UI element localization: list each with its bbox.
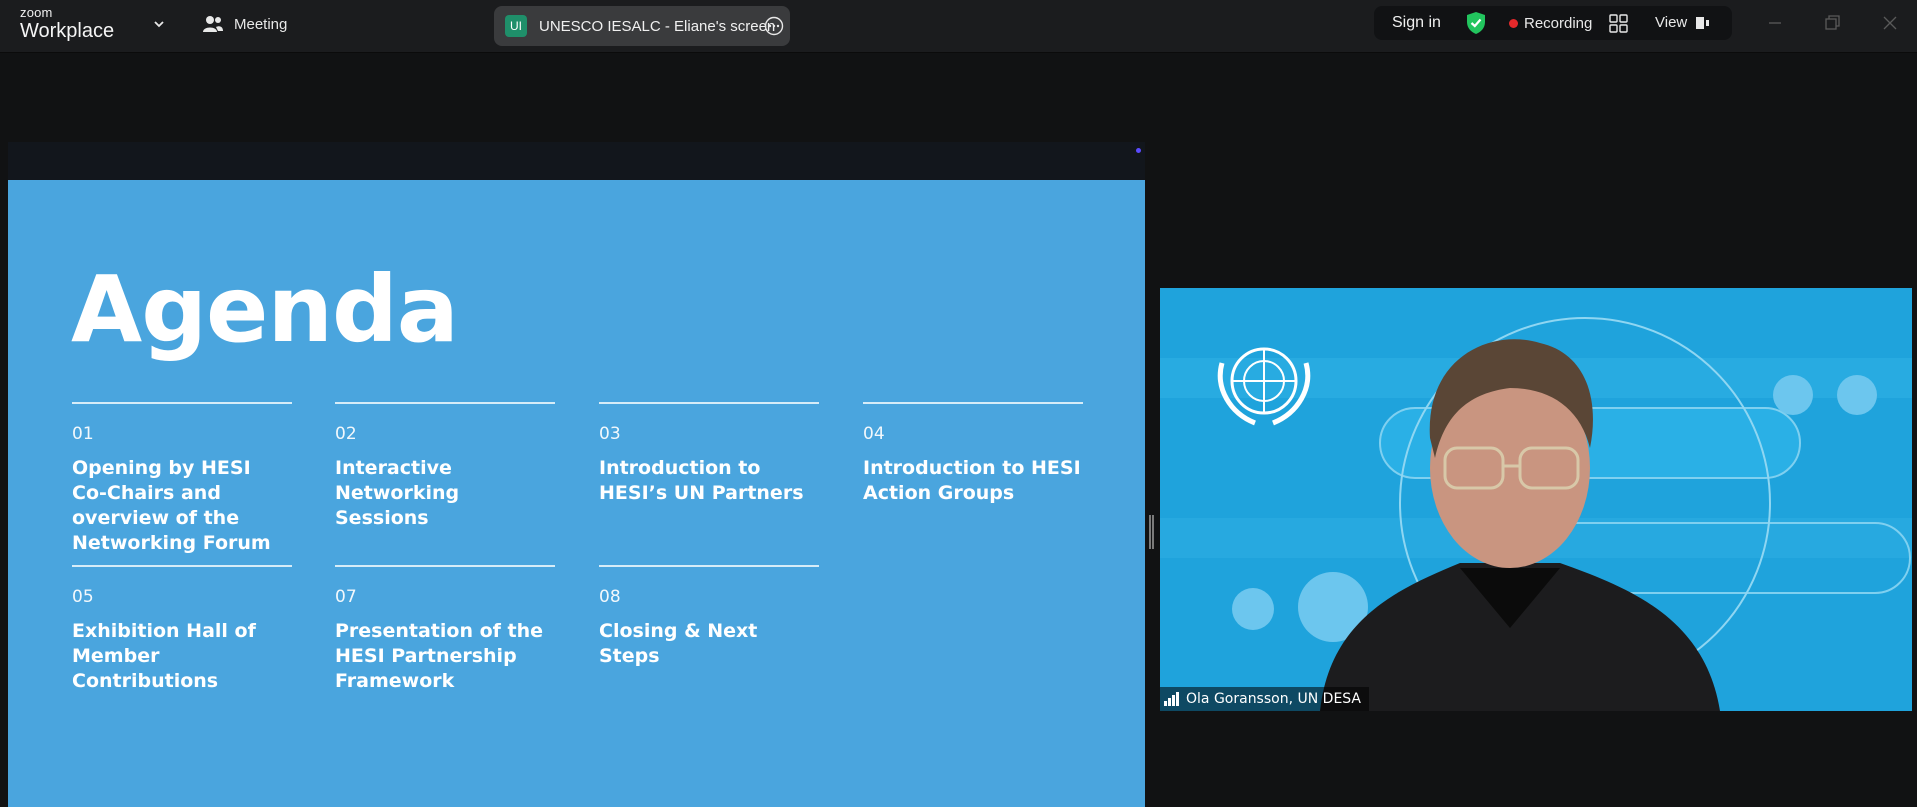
agenda-number: 03 — [599, 424, 621, 444]
split-resize-handle[interactable] — [1149, 515, 1154, 549]
agenda-item: 04 Introduction to HESI Action Groups — [863, 402, 1083, 506]
recording-label: Recording — [1524, 15, 1593, 32]
agenda-text: Introduction to HESI’s UN Partners — [599, 457, 804, 504]
agenda-text: Closing & Next Steps — [599, 620, 758, 667]
agenda-text: Presentation of the HESI Partnership Fra… — [335, 620, 544, 692]
agenda-divider — [72, 565, 292, 567]
agenda-divider — [335, 565, 555, 567]
agenda-number: 07 — [335, 587, 357, 607]
agenda-item: 03 Introduction to HESI’s UN Partners — [599, 402, 819, 506]
recording-indicator[interactable]: Recording — [1509, 15, 1592, 32]
participant-name: Ola Goransson, UN DESA — [1186, 691, 1362, 707]
slide-title: Agenda — [71, 256, 459, 363]
agenda-item: 02 Interactive Networking Sessions — [335, 402, 555, 531]
agenda-number: 08 — [599, 587, 621, 607]
video-frame — [1160, 288, 1912, 711]
gallery-grid-icon[interactable] — [1609, 14, 1629, 34]
agenda-divider — [863, 402, 1083, 404]
agenda-item: 01 Opening by HESI Co-Chairs and overvie… — [72, 402, 292, 556]
agenda-divider — [599, 565, 819, 567]
view-label: View — [1655, 14, 1688, 31]
close-icon[interactable] — [1879, 12, 1901, 34]
agenda-number: 05 — [72, 587, 94, 607]
agenda-text: Interactive Networking Sessions — [335, 457, 460, 529]
zoom-workplace-logo[interactable]: zoom Workplace — [20, 6, 114, 41]
more-options-icon[interactable] — [764, 16, 784, 36]
shield-check-icon[interactable] — [1465, 11, 1487, 35]
agenda-number: 04 — [863, 424, 885, 444]
participants-icon — [203, 16, 223, 32]
participant-video-tile[interactable]: Ola Goransson, UN DESA — [1160, 288, 1912, 711]
agenda-divider — [72, 402, 292, 404]
logo-line-1: zoom — [20, 5, 53, 20]
agenda-item: 08 Closing & Next Steps — [599, 565, 819, 669]
participant-name-tag: Ola Goransson, UN DESA — [1160, 687, 1370, 711]
meeting-button[interactable]: Meeting — [202, 15, 287, 33]
agenda-text: Introduction to HESI Action Groups — [863, 457, 1081, 504]
agenda-number: 01 — [72, 424, 94, 444]
agenda-item: 05 Exhibition Hall of Member Contributio… — [72, 565, 292, 694]
agenda-number: 02 — [335, 424, 357, 444]
screen-share-indicator[interactable]: UI UNESCO IESALC - Eliane's screen — [494, 6, 790, 46]
agenda-divider — [599, 402, 819, 404]
view-layout-icon — [1696, 16, 1710, 29]
meeting-label: Meeting — [234, 15, 288, 33]
sharer-avatar: UI — [505, 15, 527, 37]
sign-in-button[interactable]: Sign in — [1392, 14, 1441, 32]
title-bar: zoom Workplace Meeting UI UNESCO IESALC … — [0, 0, 1917, 53]
minimize-icon[interactable] — [1764, 12, 1786, 34]
logo-line-2: Workplace — [20, 20, 115, 42]
remote-pointer — [1136, 148, 1141, 153]
chevron-down-icon[interactable] — [152, 17, 166, 31]
agenda-text: Exhibition Hall of Member Contributions — [72, 620, 256, 692]
recording-dot-icon — [1509, 19, 1518, 28]
shared-slide: Agenda 01 Opening by HESI Co-Chairs and … — [8, 180, 1145, 807]
agenda-divider — [335, 402, 555, 404]
restore-icon[interactable] — [1821, 12, 1843, 34]
signal-strength-icon — [1164, 692, 1179, 706]
share-title: UNESCO IESALC - Eliane's screen — [539, 17, 776, 35]
view-button[interactable]: View — [1655, 14, 1711, 31]
agenda-text: Opening by HESI Co-Chairs and overview o… — [72, 457, 271, 554]
agenda-item: 07 Presentation of the HESI Partnership … — [335, 565, 555, 694]
shared-screen-top-strip — [8, 142, 1145, 180]
